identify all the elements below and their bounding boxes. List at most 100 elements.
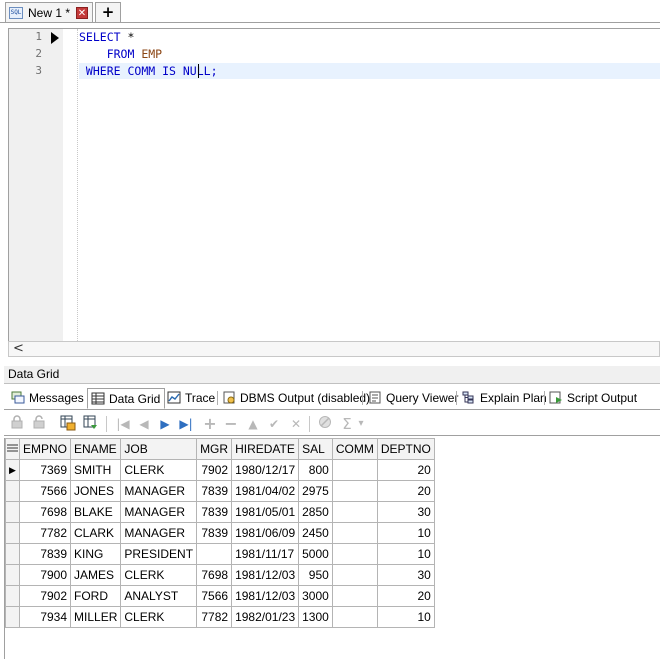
sql-editor[interactable]: 1 2 3 SELECT * FROM EMP WHERE COMM IS NU… [8, 28, 660, 341]
cell-mgr[interactable]: 7839 [196, 501, 233, 523]
cell-mgr[interactable] [196, 543, 233, 565]
cell-deptno[interactable]: 10 [376, 606, 435, 628]
row-selector-header[interactable] [5, 438, 20, 460]
cell-ename[interactable]: KING [70, 543, 122, 565]
cell-hiredate[interactable]: 1981/06/09 [231, 522, 300, 544]
post-edit-icon[interactable]: ✔ [265, 415, 283, 433]
code-line-2[interactable]: FROM EMP [79, 46, 162, 62]
aggregate-sum-icon[interactable]: Σ [338, 415, 356, 433]
close-tab-icon[interactable]: ✕ [76, 7, 88, 19]
cell-deptno[interactable]: 30 [376, 564, 435, 586]
tab-dbms-output[interactable]: DBMS Output (disabled) [219, 388, 374, 409]
row-selector[interactable] [5, 501, 20, 523]
cell-deptno[interactable]: 30 [376, 501, 435, 523]
cell-empno[interactable]: 7900 [18, 564, 72, 586]
cell-ename[interactable]: JONES [70, 480, 122, 502]
cell-sal[interactable]: 3000 [298, 585, 333, 607]
cell-deptno[interactable]: 20 [376, 459, 435, 481]
cell-job[interactable]: MANAGER [120, 501, 198, 523]
cell-empno[interactable]: 7839 [18, 543, 72, 565]
cell-job[interactable]: PRESIDENT [120, 543, 198, 565]
cell-job[interactable]: CLERK [120, 459, 198, 481]
table-row[interactable]: 7902 FORD ANALYST 7566 1981/12/03 3000 20 [5, 585, 435, 607]
cell-ename[interactable]: CLARK [70, 522, 122, 544]
column-header-deptno[interactable]: DEPTNO [376, 438, 435, 460]
table-row[interactable]: 7900 JAMES CLERK 7698 1981/12/03 950 30 [5, 564, 435, 586]
cell-empno[interactable]: 7698 [18, 501, 72, 523]
edit-record-icon[interactable]: ▲ [244, 415, 262, 433]
cell-deptno[interactable]: 10 [376, 543, 435, 565]
cell-comm[interactable] [331, 606, 378, 628]
cell-empno[interactable]: 7369 [18, 459, 72, 481]
tab-messages[interactable]: Messages [8, 388, 88, 409]
lock-icon[interactable] [8, 415, 26, 433]
previous-record-icon[interactable]: ◀ [135, 415, 153, 433]
cell-job[interactable]: CLERK [120, 606, 198, 628]
row-selector[interactable] [5, 480, 20, 502]
cell-job[interactable]: MANAGER [120, 522, 198, 544]
cell-ename[interactable]: FORD [70, 585, 122, 607]
cell-mgr[interactable]: 7782 [196, 606, 233, 628]
cell-hiredate[interactable]: 1981/11/17 [231, 543, 300, 565]
cell-ename[interactable]: BLAKE [70, 501, 122, 523]
row-selector[interactable] [5, 543, 20, 565]
cell-sal[interactable]: 950 [298, 564, 333, 586]
cell-ename[interactable]: SMITH [70, 459, 122, 481]
tab-trace[interactable]: Trace [164, 388, 219, 409]
document-tab-new-1[interactable]: SQL New 1 * ✕ [5, 2, 93, 22]
refresh-grid-icon[interactable] [82, 415, 100, 433]
cell-deptno[interactable]: 20 [376, 480, 435, 502]
cell-comm[interactable] [331, 501, 378, 523]
cell-deptno[interactable]: 20 [376, 585, 435, 607]
cell-ename[interactable]: JAMES [70, 564, 122, 586]
cell-sal[interactable]: 1300 [298, 606, 333, 628]
first-record-icon[interactable]: |◀ [114, 415, 132, 433]
cell-comm[interactable] [331, 564, 378, 586]
cell-sal[interactable]: 2975 [298, 480, 333, 502]
cell-mgr[interactable]: 7839 [196, 480, 233, 502]
row-selector[interactable] [5, 585, 20, 607]
cell-sal[interactable]: 2850 [298, 501, 333, 523]
table-row[interactable]: 7566 JONES MANAGER 7839 1981/04/02 2975 20 [5, 480, 435, 502]
row-selector[interactable]: ▶ [5, 459, 20, 481]
tab-script-output[interactable]: Script Output [546, 388, 641, 409]
cell-hiredate[interactable]: 1981/12/03 [231, 585, 300, 607]
table-row[interactable]: 7782 CLARK MANAGER 7839 1981/06/09 2450 10 [5, 522, 435, 544]
cell-hiredate[interactable]: 1981/12/03 [231, 564, 300, 586]
cell-empno[interactable]: 7782 [18, 522, 72, 544]
table-row[interactable]: 7698 BLAKE MANAGER 7839 1981/05/01 2850 30 [5, 501, 435, 523]
chevron-down-icon[interactable]: ▾ [356, 415, 366, 433]
cell-mgr[interactable]: 7839 [196, 522, 233, 544]
table-row[interactable]: ▶ 7369 SMITH CLERK 7902 1980/12/17 800 20 [5, 459, 435, 481]
column-header-comm[interactable]: COMM [331, 438, 378, 460]
tab-explain-plan[interactable]: Explain Plan [459, 388, 551, 409]
cell-job[interactable]: MANAGER [120, 480, 198, 502]
code-line-1[interactable]: SELECT * [79, 29, 134, 45]
column-header-mgr[interactable]: MGR [196, 438, 233, 460]
cell-comm[interactable] [331, 522, 378, 544]
tab-data-grid[interactable]: Data Grid [87, 388, 166, 409]
filter-icon[interactable] [316, 415, 334, 433]
cancel-edit-icon[interactable]: ✕ [287, 415, 305, 433]
cell-comm[interactable] [331, 459, 378, 481]
next-record-icon[interactable]: ▶ [156, 415, 174, 433]
cell-empno[interactable]: 7902 [18, 585, 72, 607]
cell-hiredate[interactable]: 1980/12/17 [231, 459, 300, 481]
column-header-job[interactable]: JOB [120, 438, 198, 460]
cell-job[interactable]: CLERK [120, 564, 198, 586]
export-grid-icon[interactable] [59, 415, 77, 433]
scroll-left-icon[interactable]: < [13, 342, 24, 356]
add-tab-button[interactable]: + [95, 2, 121, 22]
cell-mgr[interactable]: 7698 [196, 564, 233, 586]
cell-mgr[interactable]: 7566 [196, 585, 233, 607]
cell-ename[interactable]: MILLER [70, 606, 122, 628]
cell-sal[interactable]: 800 [298, 459, 333, 481]
column-header-empno[interactable]: EMPNO [18, 438, 72, 460]
editor-horizontal-scrollbar[interactable]: < [8, 341, 660, 357]
cell-mgr[interactable]: 7902 [196, 459, 233, 481]
cell-comm[interactable] [331, 543, 378, 565]
cell-hiredate[interactable]: 1981/04/02 [231, 480, 300, 502]
column-header-ename[interactable]: ENAME [70, 438, 122, 460]
cell-comm[interactable] [331, 480, 378, 502]
cell-deptno[interactable]: 10 [376, 522, 435, 544]
